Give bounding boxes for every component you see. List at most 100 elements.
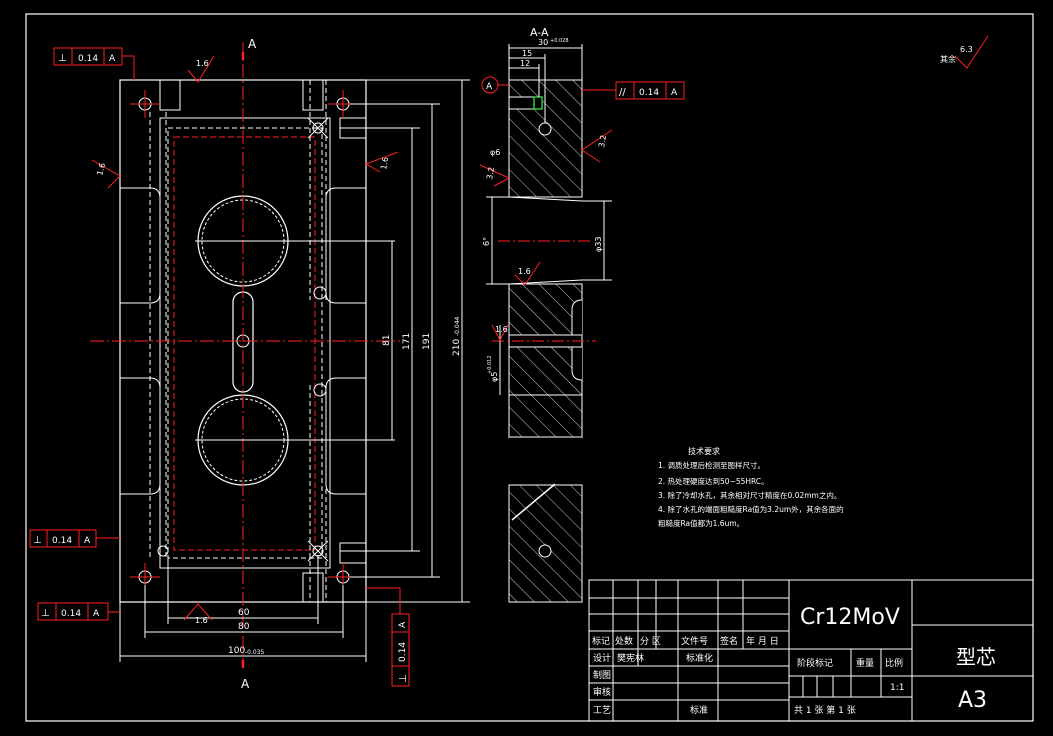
section-view: A-A 30 +0.028 15 12 φ6 φ33 6° φ5 +0.012 … (479, 26, 685, 603)
dim-171: 171 (402, 333, 412, 350)
tb-weight: 重量 (856, 657, 874, 669)
tb-standard-label: 标准化 (686, 652, 713, 664)
sec-dim-phi33: φ33 (594, 237, 603, 252)
section-marker-top: A (248, 37, 257, 51)
tb-check: 审核 (593, 686, 611, 698)
tb-stage-mark: 阶段标记 (797, 657, 833, 669)
svg-text:0.14: 0.14 (61, 609, 81, 619)
tech-title: 技术要求 (688, 446, 720, 456)
svg-text:6.3: 6.3 (960, 45, 973, 54)
section-hole-bottom (538, 544, 552, 558)
tb-docno: 文件号 (681, 635, 708, 647)
tb-process: 工艺 (593, 705, 611, 716)
datum-label: A (486, 82, 493, 92)
water-hole-mid-top (313, 286, 327, 300)
tb-part-name: 型芯 (956, 645, 996, 669)
right-notch-bottom (325, 377, 366, 495)
plug-top-right (302, 79, 324, 111)
cavity-gap (509, 437, 582, 485)
right-notch-top (325, 187, 366, 304)
dim-100-tol: -0.035 (245, 649, 265, 656)
tb-zone: 分 区 (640, 636, 661, 647)
title-block-text: 标记 处数 分 区 文件号 签名 年 月 日 设计 樊宪林 标准化 制图 审核 … (592, 605, 996, 716)
svg-text:⊥: ⊥ (41, 608, 50, 619)
tb-drawing: 制图 (593, 669, 611, 681)
dim-100: 100 (228, 646, 245, 656)
svg-text:⊥: ⊥ (33, 535, 42, 546)
roughness-symbols-plan (91, 55, 399, 621)
tb-mark: 标记 (592, 635, 610, 647)
plug-top-left (159, 79, 181, 111)
roughness-sec-d: 1.6 (495, 325, 508, 334)
tolerance-frame-vertical: A 0.14 ⊥ (366, 587, 410, 687)
svg-text:0.14: 0.14 (78, 54, 98, 64)
roughness-sec-b: 3.2 (597, 134, 608, 148)
engineering-drawing: A A 81 171 191 210 -0.044 60 80 100 -0.0… (25, 13, 1034, 722)
svg-text:⊥: ⊥ (58, 53, 67, 64)
counterbore-highlight (533, 96, 543, 110)
svg-text:A: A (671, 88, 678, 98)
tb-designer-label: 设计 (593, 652, 611, 664)
roughness-plan-left: 1.6 (95, 162, 107, 177)
sec-dim-30-tol: +0.028 (550, 38, 569, 44)
sec-dim-15: 15 (522, 49, 532, 58)
roughness-plan-right: 1.6 (379, 156, 390, 170)
section-hole-top (538, 122, 552, 136)
hidden-pocket (167, 127, 323, 559)
plan-view: A A 81 171 191 210 -0.044 60 80 100 -0.0… (29, 37, 470, 691)
svg-text:A: A (93, 609, 100, 619)
section-solid-3 (508, 484, 583, 603)
svg-text:其余: 其余 (940, 54, 956, 64)
tech-item: 粗糙度Ra值都为1.6um。 (658, 518, 744, 528)
svg-text:A: A (109, 54, 116, 64)
roughness-plan-bottom: 1.6 (195, 616, 208, 625)
left-notch-top (120, 187, 161, 304)
plug-bottom-right (302, 572, 324, 603)
tb-sheet-size: A3 (958, 688, 987, 713)
dim-81: 81 (382, 335, 392, 346)
svg-text://: // (619, 87, 626, 98)
tech-item: 2. 热处理硬度达到50~55HRC。 (658, 476, 769, 486)
tb-count: 处数 (615, 635, 633, 647)
tb-designer: 樊宪林 (617, 652, 644, 664)
tech-item: 1. 调质处理后检测至图样尺寸。 (658, 460, 765, 470)
svg-text:A: A (84, 536, 91, 546)
section-marker-bottom: A (241, 677, 250, 691)
plug-right-bottom (339, 542, 367, 564)
hidden-cooling-channel (173, 136, 316, 551)
tb-approve: 标准 (690, 704, 708, 716)
tb-sheet-count: 共 1 张 第 1 张 (794, 704, 856, 716)
sec-dim-phi6: φ6 (490, 148, 500, 157)
water-hole-mid-bottom (313, 383, 327, 397)
sec-dim-30: 30 (538, 38, 548, 47)
tolerance-frame-left: ⊥ 0.14 A (29, 529, 120, 548)
dim-191: 191 (422, 333, 432, 350)
inner-frame (159, 117, 331, 569)
tolerance-frame-top: ⊥ 0.14 A (53, 47, 135, 80)
tb-date: 年 月 日 (746, 635, 779, 647)
dim-210: 210 (452, 339, 462, 356)
sec-dim-12: 12 (520, 59, 530, 68)
left-notch-bottom (120, 377, 161, 495)
tb-material: Cr12MoV (800, 605, 900, 630)
dim-210-tol: -0.044 (454, 316, 461, 336)
dim-80: 80 (238, 622, 250, 632)
technical-requirements: 技术要求 1. 调质处理后检测至图样尺寸。 2. 热处理硬度达到50~55HRC… (658, 446, 844, 528)
tolerance-frame-parallel: // 0.14 A (582, 81, 685, 100)
svg-text:0.14: 0.14 (398, 642, 408, 662)
tolerance-frame-bottom: ⊥ 0.14 A (37, 602, 120, 621)
tech-item: 4. 除了水孔的端面粗糙度Ra值为3.2um外，其余各面的 (658, 504, 844, 514)
tb-sign: 签名 (720, 635, 738, 647)
sec-dim-angle: 6° (482, 237, 491, 246)
roughness-plan-top: 1.6 (196, 59, 209, 68)
tb-scale: 1:1 (890, 683, 904, 693)
svg-text:⊥: ⊥ (398, 674, 409, 683)
dim-60: 60 (238, 608, 250, 618)
svg-text:A: A (398, 621, 408, 628)
svg-text:0.14: 0.14 (639, 88, 659, 98)
global-roughness: 6.3 其余 (940, 35, 989, 69)
section-solid-2 (508, 283, 583, 439)
tb-ratio: 比例 (885, 657, 903, 669)
sec-dim-phi5-tol: +0.012 (487, 355, 493, 374)
roughness-sec-c: 1.6 (518, 267, 531, 276)
